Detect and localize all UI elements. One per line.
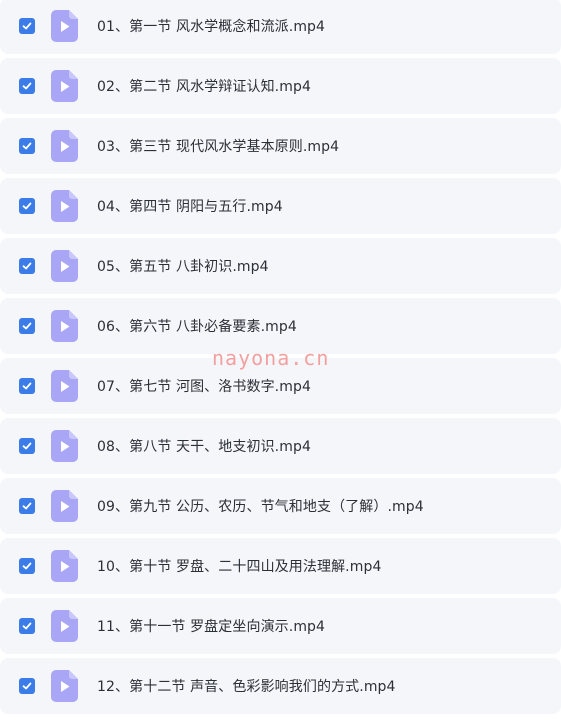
video-file-icon (51, 490, 78, 522)
video-file-icon (51, 610, 78, 642)
file-row[interactable]: 12、第十二节 声音、色彩影响我们的方式.mp4 (0, 658, 561, 714)
file-row[interactable]: 02、第二节 风水学辩证认知.mp4 (0, 58, 561, 114)
video-file-icon (51, 670, 78, 702)
file-name[interactable]: 10、第十节 罗盘、二十四山及用法理解.mp4 (97, 556, 381, 576)
checkbox-checked-icon[interactable] (19, 678, 35, 694)
checkbox-checked-icon[interactable] (19, 378, 35, 394)
file-row[interactable]: 11、第十一节 罗盘定坐向演示.mp4 (0, 598, 561, 654)
video-file-icon (51, 190, 78, 222)
file-row[interactable]: 10、第十节 罗盘、二十四山及用法理解.mp4 (0, 538, 561, 594)
file-name[interactable]: 12、第十二节 声音、色彩影响我们的方式.mp4 (97, 676, 396, 696)
video-file-icon (51, 130, 78, 162)
file-name[interactable]: 06、第六节 八卦必备要素.mp4 (97, 316, 297, 336)
file-name[interactable]: 07、第七节 河图、洛书数字.mp4 (97, 376, 311, 396)
file-row[interactable]: 01、第一节 风水学概念和流派.mp4 (0, 0, 561, 54)
file-row[interactable]: 08、第八节 天干、地支初识.mp4 (0, 418, 561, 474)
video-file-icon (51, 250, 78, 282)
checkbox-checked-icon[interactable] (19, 138, 35, 154)
checkbox-checked-icon[interactable] (19, 618, 35, 634)
file-name[interactable]: 09、第九节 公历、农历、节气和地支（了解）.mp4 (97, 496, 424, 516)
checkbox-checked-icon[interactable] (19, 198, 35, 214)
file-name[interactable]: 05、第五节 八卦初识.mp4 (97, 256, 269, 276)
checkbox-checked-icon[interactable] (19, 558, 35, 574)
video-file-icon (51, 70, 78, 102)
video-file-icon (51, 310, 78, 342)
file-row[interactable]: 06、第六节 八卦必备要素.mp4 (0, 298, 561, 354)
file-name[interactable]: 03、第三节 现代风水学基本原则.mp4 (97, 136, 339, 156)
file-name[interactable]: 02、第二节 风水学辩证认知.mp4 (97, 76, 311, 96)
checkbox-checked-icon[interactable] (19, 18, 35, 34)
checkbox-checked-icon[interactable] (19, 78, 35, 94)
file-name[interactable]: 08、第八节 天干、地支初识.mp4 (97, 436, 311, 456)
checkbox-checked-icon[interactable] (19, 318, 35, 334)
file-name[interactable]: 04、第四节 阴阳与五行.mp4 (97, 196, 283, 216)
file-row[interactable]: 09、第九节 公历、农历、节气和地支（了解）.mp4 (0, 478, 561, 534)
checkbox-checked-icon[interactable] (19, 498, 35, 514)
video-file-icon (51, 430, 78, 462)
file-row[interactable]: 03、第三节 现代风水学基本原则.mp4 (0, 118, 561, 174)
checkbox-checked-icon[interactable] (19, 438, 35, 454)
file-row[interactable]: 05、第五节 八卦初识.mp4 (0, 238, 561, 294)
video-file-icon (51, 10, 78, 42)
file-name[interactable]: 11、第十一节 罗盘定坐向演示.mp4 (97, 616, 325, 636)
checkbox-checked-icon[interactable] (19, 258, 35, 274)
file-row[interactable]: 07、第七节 河图、洛书数字.mp4 (0, 358, 561, 414)
video-file-icon (51, 550, 78, 582)
video-file-icon (51, 370, 78, 402)
file-row[interactable]: 04、第四节 阴阳与五行.mp4 (0, 178, 561, 234)
file-name[interactable]: 01、第一节 风水学概念和流派.mp4 (97, 16, 325, 36)
